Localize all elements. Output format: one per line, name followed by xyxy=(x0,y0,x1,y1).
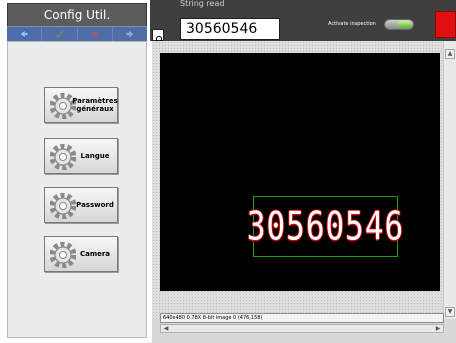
config-nav-toolbar xyxy=(7,26,147,41)
vertical-scrollbar[interactable]: ▲ ▼ xyxy=(443,41,456,319)
cancel-button[interactable] xyxy=(78,27,113,41)
toggle-knob xyxy=(398,21,412,28)
back-button[interactable] xyxy=(7,27,43,41)
config-menu: Paramètres généraux Langue Password Came… xyxy=(7,41,147,338)
gear-icon xyxy=(50,242,76,268)
horizontal-scrollbar[interactable]: ◀ ▶ xyxy=(160,324,444,333)
roi-box[interactable]: 30560546 xyxy=(247,196,403,257)
scroll-right-button[interactable]: ▶ xyxy=(434,325,442,332)
language-label: Langue xyxy=(80,152,110,160)
general-settings-label: Paramètres généraux xyxy=(72,97,118,113)
arrow-left-icon xyxy=(19,29,29,39)
detected-text: 30560546 xyxy=(246,204,405,249)
arrow-right-icon xyxy=(125,29,135,39)
forward-button[interactable] xyxy=(113,27,147,41)
gear-icon xyxy=(50,193,76,219)
scroll-up-button[interactable]: ▲ xyxy=(445,49,455,59)
camera-button[interactable]: Camera xyxy=(44,236,118,272)
stop-button[interactable] xyxy=(435,11,456,38)
activate-inspection-label: Activate inspection xyxy=(328,21,376,27)
general-settings-button[interactable]: Paramètres généraux xyxy=(44,87,118,123)
gear-icon xyxy=(50,144,76,170)
config-sidebar: Config Util. Paramètres généraux Langue … xyxy=(0,0,150,343)
string-read-field: 30560546 xyxy=(180,18,280,40)
camera-image[interactable]: 30560546 xyxy=(160,53,440,291)
zoom-button[interactable] xyxy=(152,29,164,45)
top-bar: String read 30560546 Activate inspection xyxy=(150,0,456,45)
language-button[interactable]: Langue xyxy=(44,138,118,174)
activate-inspection-toggle[interactable] xyxy=(384,19,414,30)
scroll-left-button[interactable]: ◀ xyxy=(162,325,170,332)
camera-label: Camera xyxy=(79,250,111,258)
apply-button[interactable] xyxy=(42,27,78,41)
password-button[interactable]: Password xyxy=(44,187,118,223)
image-status-bar: 640x480 0.78X 8-bit image 0 (476,158) xyxy=(160,313,444,323)
close-icon xyxy=(91,30,99,38)
password-label: Password xyxy=(76,201,114,209)
scroll-down-button[interactable]: ▼ xyxy=(445,307,455,317)
string-read-label: String read xyxy=(180,0,225,8)
config-title: Config Util. xyxy=(43,8,111,22)
check-icon xyxy=(55,30,64,39)
image-panel: ▲ ▼ 30560546 640x480 0.78X 8-bit image 0… xyxy=(152,41,456,343)
